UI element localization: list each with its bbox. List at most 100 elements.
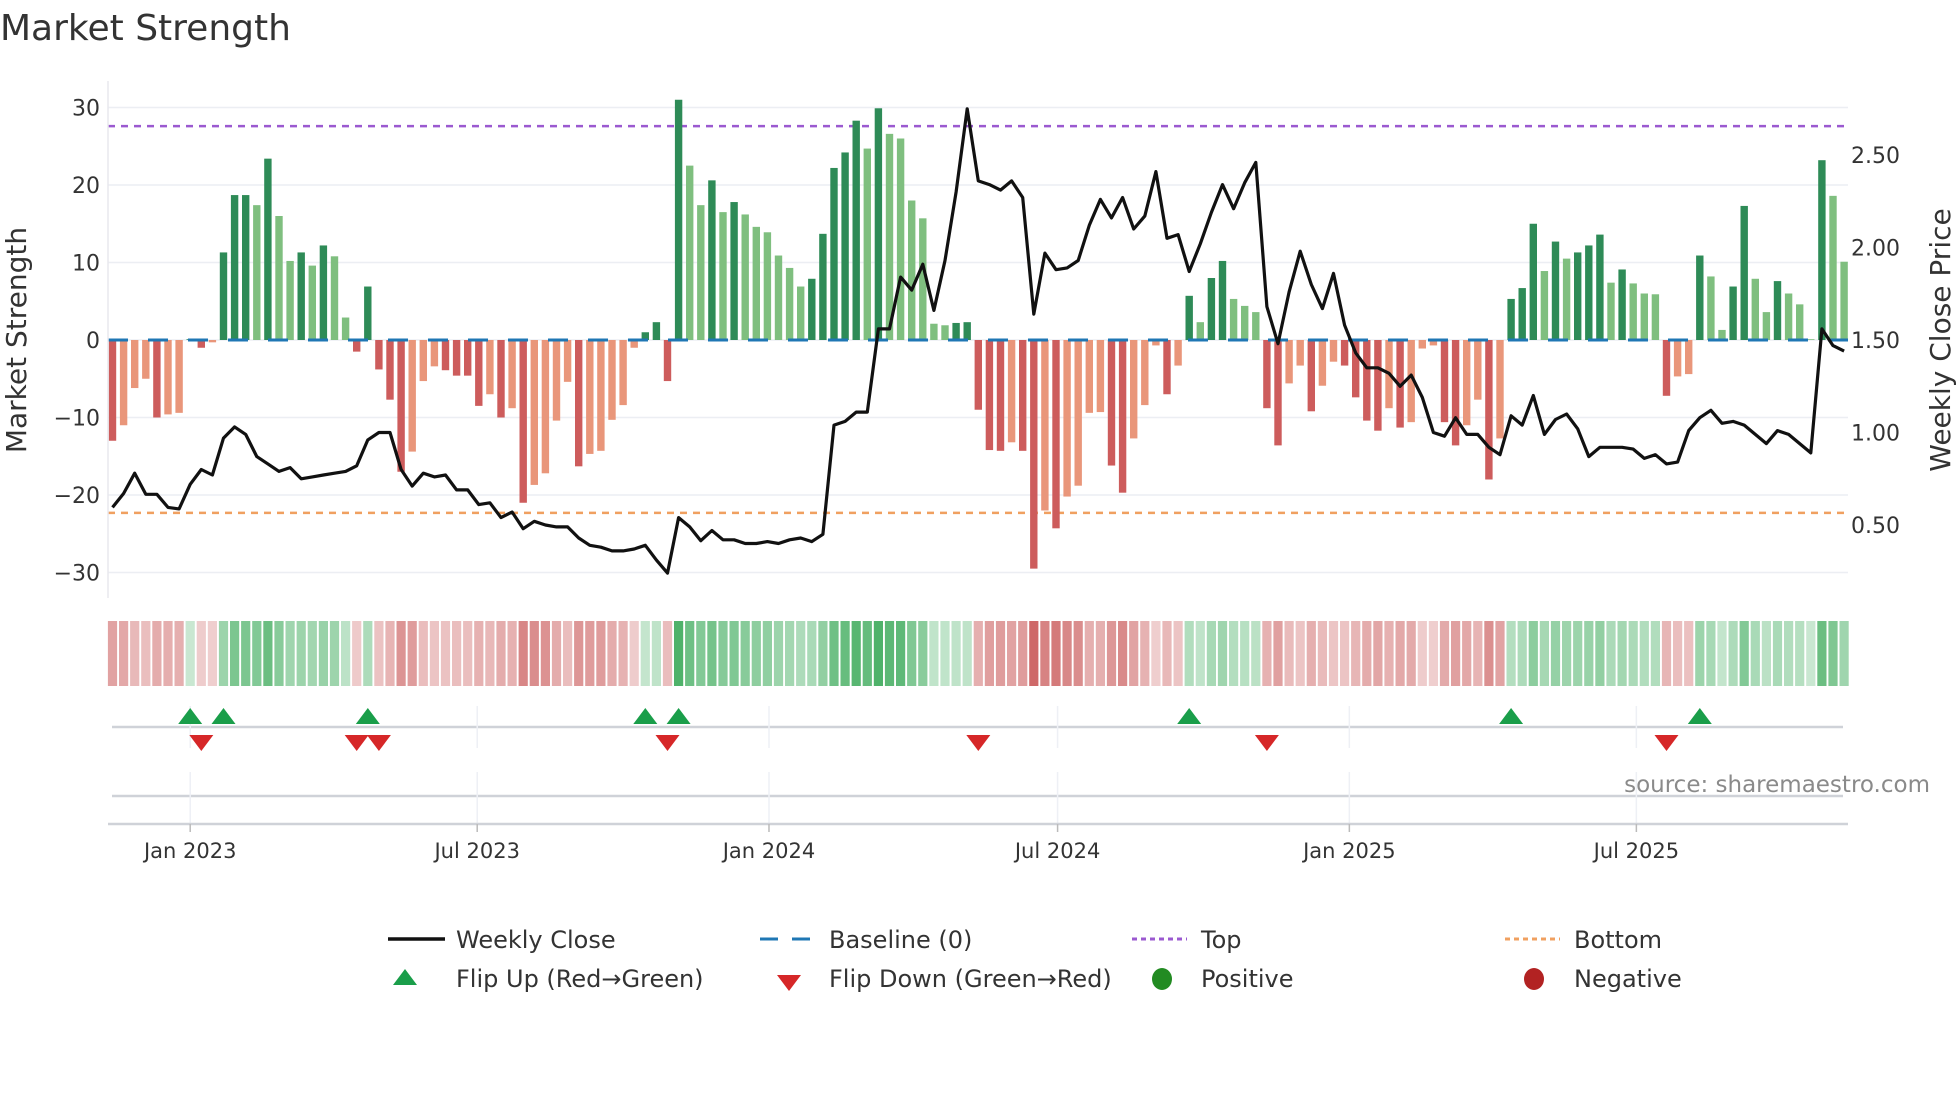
strip-cell — [851, 621, 861, 686]
chart-title: Market Strength — [0, 8, 291, 49]
strip-cell — [1206, 621, 1216, 686]
legend-item-positive[interactable]: Positive — [1152, 965, 1294, 993]
strength-bar — [552, 340, 561, 421]
strip-cell — [163, 621, 173, 686]
flip-up-marker — [1177, 708, 1202, 724]
strip-cell — [1628, 621, 1638, 686]
strip-cell — [1173, 621, 1183, 686]
strip-cell — [1406, 621, 1416, 686]
strip-cell — [1007, 621, 1017, 686]
strength-bar — [397, 340, 405, 472]
strength-bar — [386, 340, 394, 400]
strength-heat-strip — [107, 621, 1849, 686]
legend-item-top[interactable]: Top — [1132, 926, 1242, 954]
strip-cell — [995, 621, 1006, 686]
strength-bar — [1052, 340, 1060, 529]
strip-cell — [1262, 621, 1272, 686]
strip-cell — [1351, 621, 1361, 686]
triangle-up-icon — [393, 969, 417, 985]
strip-cell — [907, 621, 917, 686]
x-tick-label: Jul 2025 — [1592, 839, 1679, 863]
strip-cell — [1606, 621, 1616, 686]
strength-bar — [275, 216, 283, 340]
strength-bar — [1074, 340, 1082, 486]
strip-cell — [1428, 621, 1438, 686]
legend-item-bottom[interactable]: Bottom — [1505, 926, 1662, 954]
strength-bar — [1585, 245, 1593, 340]
strength-bar — [1640, 293, 1648, 340]
legend-item-negative[interactable]: Negative — [1524, 965, 1682, 993]
strip-cell — [551, 621, 562, 686]
strip-cell — [141, 621, 151, 686]
strength-bar — [419, 340, 427, 382]
y2-tick-label: 2.50 — [1851, 144, 1900, 169]
strength-bar — [297, 252, 305, 340]
strip-cell — [207, 621, 217, 686]
strip-cell — [596, 621, 606, 686]
strip-cell — [1684, 621, 1694, 686]
flip-up-marker — [666, 708, 691, 724]
legend-item-weekly-close[interactable]: Weekly Close — [388, 926, 616, 954]
source-credit: source: sharemaestro.com — [1624, 772, 1930, 798]
strip-cell — [1639, 621, 1649, 686]
strength-bar — [1174, 340, 1182, 366]
strength-bar — [319, 245, 328, 340]
legend-label: Weekly Close — [456, 926, 616, 954]
strip-cell — [474, 621, 484, 686]
strip-cell — [1062, 621, 1072, 686]
strength-bar — [541, 340, 550, 474]
flip-up-marker — [211, 708, 236, 724]
flip-up-marker — [633, 708, 658, 724]
legend-item-flip-up[interactable]: Flip Up (Red→Green) — [393, 965, 704, 993]
strength-bar — [475, 340, 483, 406]
strength-bar — [808, 278, 816, 340]
strip-cell — [407, 621, 417, 686]
strength-bar — [863, 148, 871, 340]
strip-cell — [796, 621, 806, 686]
strip-cell — [1040, 621, 1050, 686]
strip-cell — [962, 621, 972, 686]
strip-cell — [862, 621, 872, 686]
strip-cell — [1273, 621, 1283, 686]
strip-cell — [785, 621, 795, 686]
strip-cell — [1162, 621, 1172, 686]
strength-bar — [1141, 340, 1149, 406]
strip-cell — [1661, 621, 1672, 686]
legend-item-baseline[interactable]: Baseline (0) — [760, 926, 972, 954]
strip-cell — [607, 621, 617, 686]
strip-cell — [1151, 621, 1161, 686]
strip-cell — [1317, 621, 1327, 686]
strength-bar — [519, 340, 527, 503]
strength-bar — [1784, 293, 1793, 340]
strength-bar — [1574, 252, 1582, 340]
strip-cell — [1650, 621, 1660, 686]
strength-bar — [874, 108, 883, 341]
strength-bars — [108, 99, 1848, 569]
strength-bar — [364, 286, 372, 340]
strip-cell — [418, 621, 428, 686]
strength-bar — [1796, 304, 1804, 340]
strip-cell — [984, 621, 994, 686]
strength-bar — [1218, 260, 1227, 340]
strip-cell — [507, 621, 517, 686]
strip-cell — [1584, 621, 1594, 686]
x-tick-label: Jul 2024 — [1013, 839, 1100, 863]
strength-bar — [1019, 340, 1027, 451]
strip-cell — [1451, 621, 1461, 686]
strip-cell — [1051, 621, 1061, 686]
y2-tick-label: 1.00 — [1851, 422, 1900, 447]
strip-cell — [1184, 621, 1194, 686]
strip-cell — [762, 621, 772, 686]
strength-bar — [1451, 340, 1460, 446]
legend-item-flip-down[interactable]: Flip Down (Green→Red) — [777, 965, 1112, 993]
strength-bar — [1463, 340, 1471, 426]
strip-cell — [940, 621, 950, 686]
strength-bar — [1263, 340, 1271, 409]
strength-bar — [1596, 234, 1604, 340]
strength-bar — [408, 340, 416, 452]
flip-down-marker — [655, 735, 680, 751]
strip-cell — [1140, 621, 1150, 686]
strength-bar — [131, 340, 139, 389]
y-tick-label: 30 — [72, 97, 100, 122]
strip-cell — [241, 621, 251, 686]
